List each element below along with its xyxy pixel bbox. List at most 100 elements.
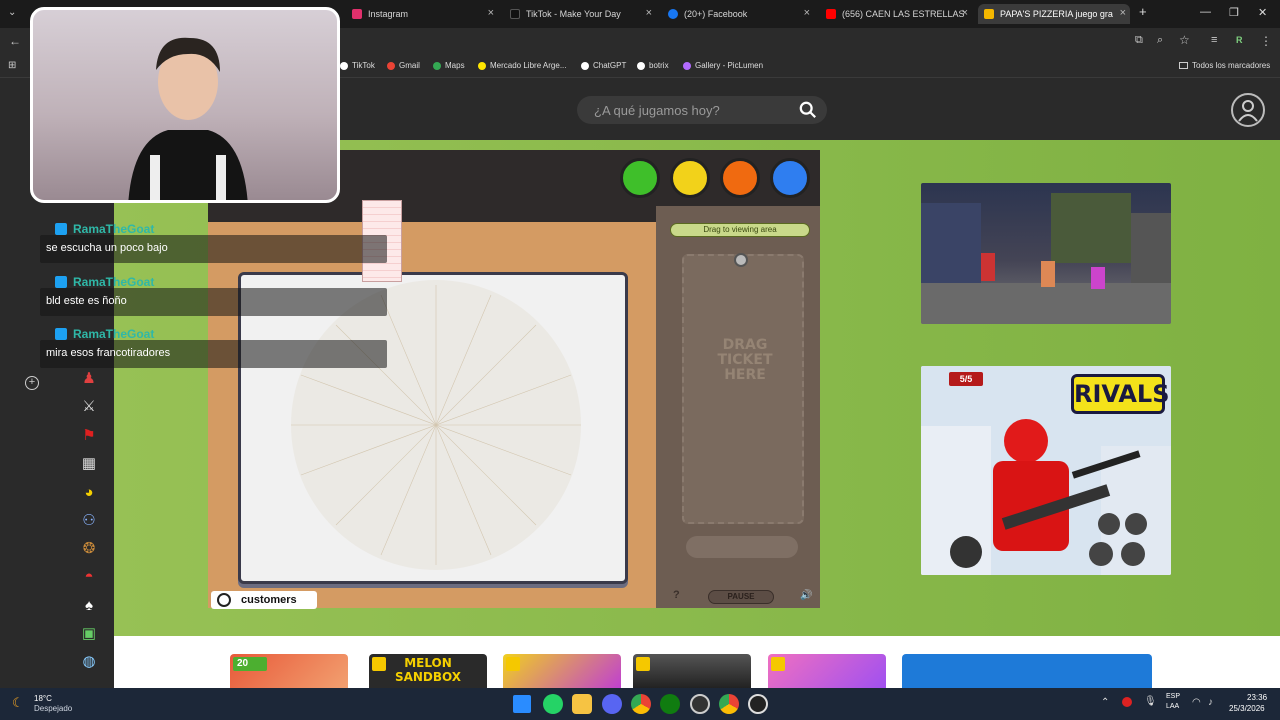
bookmark-star-icon[interactable]: ☆ [1179, 33, 1190, 47]
category-multiplayer-icon[interactable]: ♟ [80, 370, 98, 388]
game-thumbnail-street-fighter[interactable] [921, 183, 1171, 324]
bookmark-chatgpt[interactable]: ChatGPT [581, 61, 626, 70]
profile-avatar[interactable]: R [1236, 35, 1243, 45]
category-pokemon-icon[interactable]: ◓ [80, 568, 98, 586]
language-code[interactable]: ESP [1166, 693, 1180, 700]
help-button[interactable]: ? [673, 589, 680, 601]
category-kids-icon[interactable]: ❂ [80, 540, 98, 558]
tiktok-icon [340, 61, 348, 70]
pause-button[interactable]: PAUSE [708, 590, 774, 604]
tray-chevron-icon[interactable]: ⌃ [1101, 697, 1109, 708]
bookmark-gmail[interactable]: Gmail [387, 61, 420, 70]
tab-instagram[interactable]: Instagram × [346, 4, 498, 24]
back-icon[interactable]: ← [9, 34, 21, 48]
game-thumbnail-rivals[interactable]: 5/5 RIVALS [921, 366, 1171, 575]
cut-station-button[interactable] [770, 158, 810, 198]
close-icon[interactable]: × [488, 7, 494, 19]
tab-youtube[interactable]: (656) CAEN LAS ESTRELLAS × [820, 4, 972, 24]
category-arcade-icon[interactable]: ◕ [80, 484, 98, 502]
category-racing-icon[interactable]: ▦ [80, 455, 98, 473]
close-icon[interactable]: × [962, 7, 968, 19]
tab-facebook[interactable]: (20+) Facebook × [662, 4, 814, 24]
bookmark-botrix[interactable]: botrix [637, 61, 669, 70]
new-tab-button[interactable]: + [1139, 4, 1147, 19]
search-icon[interactable] [799, 101, 817, 119]
clock-date[interactable]: 25/3/2026 [1229, 704, 1265, 713]
bookmark-piclumen[interactable]: Gallery - PicLumen [683, 61, 763, 70]
zoom-icon[interactable]: ⌕ [1157, 34, 1163, 47]
weather-description[interactable]: Despejado [34, 704, 72, 713]
customers-bar[interactable]: customers [211, 591, 317, 609]
volume-icon[interactable]: ♪ [1208, 697, 1213, 708]
category-sports-icon[interactable]: ◍ [80, 653, 98, 671]
chrome-icon[interactable] [631, 694, 651, 714]
category-flag-icon[interactable]: ⚑ [80, 427, 98, 445]
cast-icon[interactable]: ⧉ [1135, 34, 1143, 47]
ticket-drop-area[interactable]: DRAG TICKET HERE [682, 254, 804, 524]
game-card-1[interactable]: 20 [230, 654, 348, 688]
category-puzzle-icon[interactable]: ▣ [80, 625, 98, 643]
tab-label: TikTok - Make Your Day [526, 9, 621, 19]
user-account-icon[interactable] [1231, 93, 1265, 127]
rivals-logo: RIVALS [1071, 374, 1170, 414]
xbox-icon[interactable] [660, 694, 680, 714]
add-icon[interactable]: + [25, 376, 39, 390]
file-explorer-icon[interactable] [572, 694, 592, 714]
streamer-figure [128, 37, 248, 200]
pizza-board[interactable] [238, 272, 628, 584]
game-card-6[interactable] [902, 654, 1152, 688]
close-icon[interactable]: × [1120, 7, 1126, 19]
facebook-icon [668, 9, 678, 19]
whatsapp-icon[interactable] [543, 694, 563, 714]
tab-papas-pizzeria[interactable]: PAPA'S PIZZERIA juego gra × [978, 4, 1130, 24]
category-two-player-icon[interactable]: ⚇ [80, 512, 98, 530]
maximize-icon[interactable]: ❐ [1229, 6, 1239, 19]
tab-label: PAPA'S PIZZERIA juego gra [1000, 9, 1113, 19]
game-card-5[interactable] [768, 654, 886, 688]
chat-message: se escucha un poco bajo [40, 235, 387, 263]
bookmark-mercadolibre[interactable]: Mercado Libre Arge... [478, 61, 566, 70]
category-action-icon[interactable]: ⚔ [80, 398, 98, 416]
person-icon [1238, 100, 1258, 122]
all-bookmarks[interactable]: Todos los marcadores [1179, 61, 1270, 70]
order-station-button[interactable] [620, 158, 660, 198]
microphone-icon[interactable]: 🎙 [1144, 696, 1157, 707]
language-region[interactable]: LAA [1166, 703, 1179, 710]
minimize-icon[interactable]: — [1200, 6, 1211, 18]
botrix-icon [637, 61, 645, 70]
start-button[interactable] [513, 695, 531, 713]
game-card-melon-sandbox[interactable]: MELON SANDBOX [369, 654, 487, 688]
close-icon[interactable]: × [646, 7, 652, 19]
obs-icon[interactable] [690, 694, 710, 714]
close-window-icon[interactable]: ✕ [1258, 6, 1267, 19]
tab-tiktok[interactable]: TikTok - Make Your Day × [504, 4, 656, 24]
bookmark-tiktok[interactable]: TikTok [340, 61, 375, 70]
discord-icon[interactable] [602, 694, 622, 714]
search-input[interactable]: ¿A qué jugamos hoy? [594, 103, 720, 118]
bookmark-maps[interactable]: Maps [433, 61, 465, 70]
ticket-tray [686, 536, 798, 558]
tab-list-icon[interactable]: ⌄ [8, 7, 16, 18]
apps-grid-icon[interactable]: ⊞ [8, 60, 16, 71]
wifi-icon[interactable]: ◠ [1192, 697, 1201, 708]
chat-username: RamaTheGoat [55, 275, 154, 289]
weather-moon-icon[interactable]: ☾ [12, 695, 24, 711]
weather-temperature[interactable]: 18°C [34, 694, 52, 703]
kebab-menu-icon[interactable]: ⋮ [1260, 34, 1272, 48]
topping-station-button[interactable] [670, 158, 710, 198]
sound-icon[interactable]: 🔊 [800, 590, 812, 601]
media-player-icon[interactable] [748, 694, 768, 714]
close-icon[interactable]: × [804, 7, 810, 19]
menu-lines-icon[interactable]: ≡ [1211, 34, 1217, 46]
bake-station-button[interactable] [720, 158, 760, 198]
tray-app-icon[interactable] [1122, 697, 1132, 707]
game-card-4[interactable] [633, 654, 751, 688]
category-cards-icon[interactable]: ♠ [80, 597, 98, 615]
clock-time[interactable]: 23:36 [1247, 693, 1267, 702]
chat-message: bld este es ñoño [40, 288, 387, 316]
search-box[interactable]: ¿A qué jugamos hoy? [577, 96, 827, 124]
game-frame[interactable]: Drag to viewing area DRAG TICKET HERE ? … [208, 150, 820, 608]
game-card-3[interactable] [503, 654, 621, 688]
windows-taskbar: ☾ 18°C Despejado ⌃ 🎙 ESP LAA ◠ ♪ 23:36 2… [0, 688, 1280, 720]
chrome-profile-icon[interactable] [719, 694, 739, 714]
